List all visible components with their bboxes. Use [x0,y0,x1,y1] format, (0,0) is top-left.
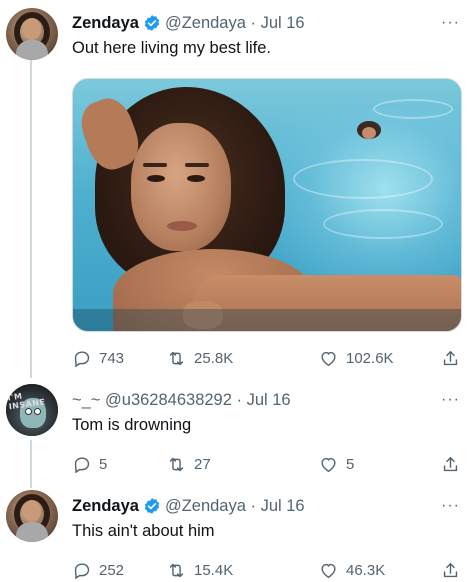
reply-count: 252 [99,561,125,579]
retweet-icon [169,351,184,365]
retweet-icon [169,457,184,471]
like-count: 46.3K [346,561,386,579]
like-count: 5 [346,455,355,473]
display-name[interactable]: Zendaya [72,497,139,516]
tweet-actions: 5 27 5 [72,452,460,476]
handle-and-date[interactable]: @Zendaya · Jul 16 [165,14,305,33]
reply-count: 5 [99,455,108,473]
share-icon [443,350,458,365]
more-icon[interactable]: ··· [441,497,460,515]
tweet-header: ~_~ @u36284638292 · Jul 16 [72,389,474,411]
retweet-button[interactable]: 25.8K [167,349,307,368]
like-count: 102.6K [346,349,394,367]
thread-line [30,440,32,488]
reply-icon [74,562,90,579]
tweet[interactable]: Zendaya @Zendaya · Jul 16 ··· Out here l… [72,12,474,58]
share-button[interactable] [441,349,460,368]
reply-button[interactable]: 743 [72,349,167,368]
more-icon[interactable]: ··· [441,391,460,409]
share-icon [443,456,458,471]
like-icon [321,457,336,472]
tweet-text: Out here living my best life. [72,39,271,57]
verified-icon [144,498,160,514]
share-button[interactable] [441,561,460,580]
retweet-button[interactable]: 15.4K [167,561,307,580]
like-icon [321,563,336,578]
avatar[interactable]: I'M INSANE [6,384,58,436]
retweet-count: 27 [194,455,211,473]
avatar[interactable] [6,8,58,60]
reply-icon [74,350,90,367]
share-button[interactable] [441,455,460,474]
tweet-text: Tom is drowning [72,416,192,434]
tweet-actions: 252 15.4K 46.3K [72,558,460,582]
share-icon [443,562,458,577]
tweet-text: This ain't about him [72,522,215,540]
tweet-actions: 743 25.8K 102.6K [72,346,460,370]
retweet-icon [169,563,184,577]
tweet[interactable]: ~_~ @u36284638292 · Jul 16 ··· Tom is dr… [72,389,474,435]
tweet-header: Zendaya @Zendaya · Jul 16 [72,495,474,517]
display-name[interactable]: Zendaya [72,14,139,33]
more-icon[interactable]: ··· [441,14,460,32]
reply-count: 743 [99,349,125,367]
thread-line [30,60,32,378]
handle-and-date[interactable]: @Zendaya · Jul 16 [165,497,305,516]
avatar[interactable] [6,490,58,542]
retweet-count: 25.8K [194,349,234,367]
handle-and-date[interactable]: ~_~ @u36284638292 · Jul 16 [72,391,291,410]
tweet-photo[interactable] [72,78,462,332]
tweet[interactable]: Zendaya @Zendaya · Jul 16 ··· This ain't… [72,495,474,541]
verified-icon [144,15,160,31]
like-icon [321,351,336,366]
reply-icon [74,456,90,473]
reply-button[interactable]: 5 [72,455,167,474]
retweet-count: 15.4K [194,561,234,579]
reply-button[interactable]: 252 [72,561,167,580]
like-button[interactable]: 46.3K [319,561,429,580]
tweet-header: Zendaya @Zendaya · Jul 16 [72,12,474,34]
like-button[interactable]: 102.6K [319,349,429,368]
like-button[interactable]: 5 [319,455,429,474]
retweet-button[interactable]: 27 [167,455,307,474]
